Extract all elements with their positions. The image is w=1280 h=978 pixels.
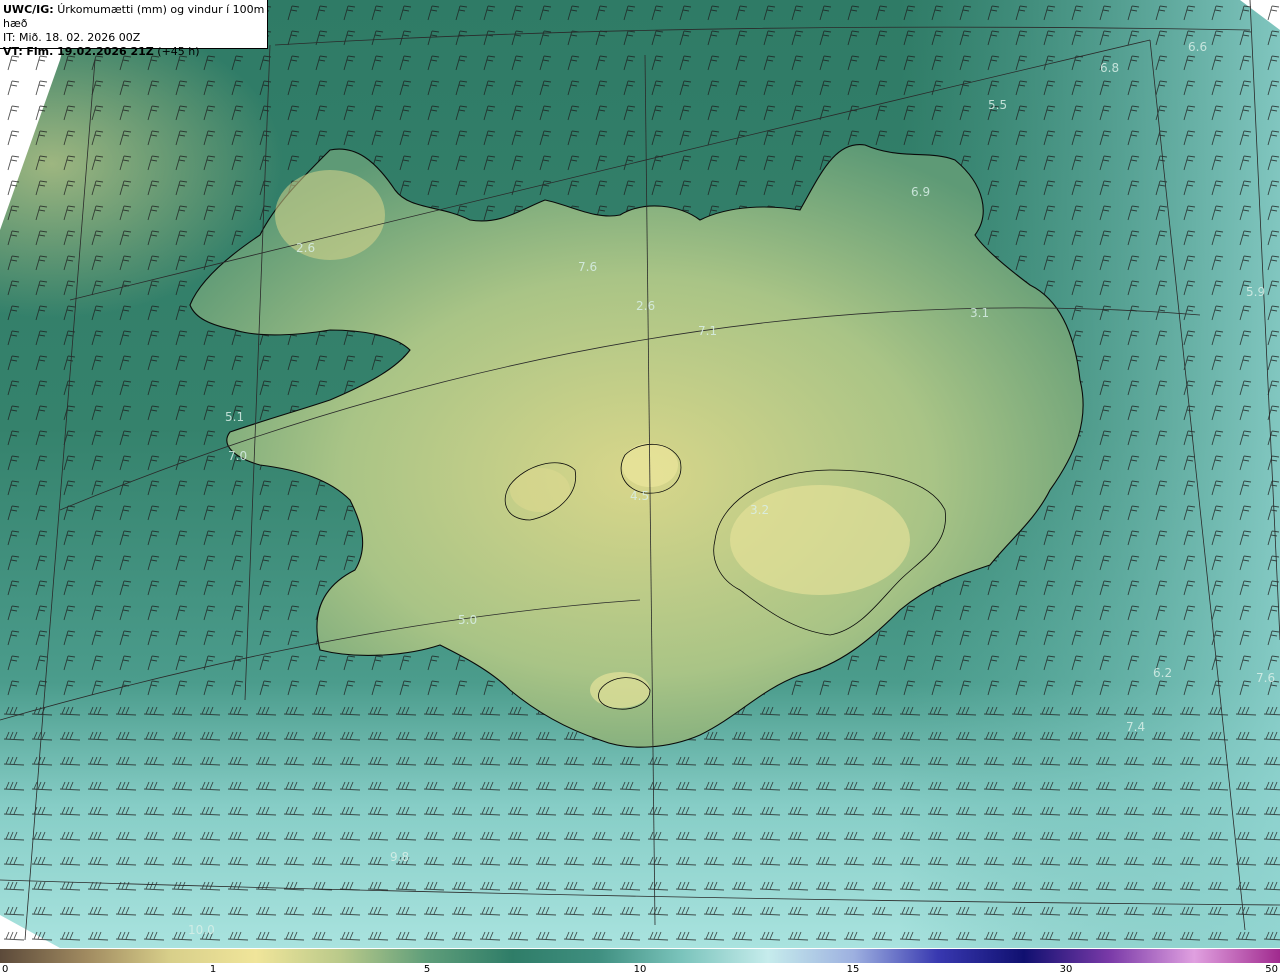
colorbar-tick: 10 xyxy=(633,964,647,975)
precip-value-label: 3.2 xyxy=(750,503,769,517)
precip-value-label: 6.2 xyxy=(1153,666,1172,680)
product-code: UWC/IG: xyxy=(3,3,54,16)
precip-value-label: 3.1 xyxy=(970,306,989,320)
lead-time: (+45 h) xyxy=(157,45,200,58)
precip-value-label: 9.8 xyxy=(390,850,409,864)
precip-value-label: 6.6 xyxy=(1188,40,1207,54)
colorbar-tick: 15 xyxy=(846,964,860,975)
precip-value-label: 2.6 xyxy=(636,299,655,313)
colorbar: 0 1 5 10 15 30 50 xyxy=(0,948,1280,978)
colorbar-tick: 1 xyxy=(209,964,217,975)
precip-value-label: 5.9 xyxy=(1246,285,1265,299)
precip-value-label: 5.1 xyxy=(225,410,244,424)
colorbar-tick: 50 xyxy=(1265,964,1278,975)
precip-value-label: 10.0 xyxy=(188,923,215,937)
precip-value-label: 7.0 xyxy=(228,449,247,463)
precip-value-label: 2.6 xyxy=(296,241,315,255)
map-header: UWC/IG: Úrkomumætti (mm) og vindur í 100… xyxy=(0,0,268,58)
colorbar-strip xyxy=(0,949,1280,963)
map-canvas: 6.6 5.5 6.9 5.9 2.6 7.6 2.6 7.1 3.1 5.1 7.0 5.0 6.2 7… xyxy=(0,0,1280,948)
precip-value-label: 7.4 xyxy=(1126,720,1145,734)
vatnajokull-highlight xyxy=(730,485,910,595)
glacier-highlight xyxy=(590,672,650,708)
colorbar-tick: 0 xyxy=(2,964,9,975)
colorbar-tick: 5 xyxy=(423,964,431,975)
precip-value-label: 6.9 xyxy=(911,185,930,199)
valid-prefix: VT: xyxy=(3,45,23,58)
init-time-line: IT: Mið. 18. 02. 2026 00Z xyxy=(3,31,267,45)
weather-map[interactable]: 6.6 5.5 6.9 5.9 2.6 7.6 2.6 7.1 3.1 5.1 7.0 5.0 6.2 7… xyxy=(0,0,1280,948)
precip-value-label: 5.5 xyxy=(988,98,1007,112)
precip-value-label: 7.1 xyxy=(698,324,717,338)
colorbar-tick: 30 xyxy=(1059,964,1073,975)
init-prefix: IT: xyxy=(3,31,16,44)
valid-time-line: VT: Fim. 19.02.2026 21Z (+45 h) xyxy=(3,45,267,59)
valid-time: Fim. 19.02.2026 21Z xyxy=(26,45,154,58)
westfjords-highlight xyxy=(275,170,385,260)
init-time: Mið. 18. 02. 2026 00Z xyxy=(18,31,141,44)
product-line: UWC/IG: Úrkomumætti (mm) og vindur í 100… xyxy=(3,3,267,31)
precip-value-label: 4.5 xyxy=(630,489,649,503)
precip-value-label: 6.8 xyxy=(1100,61,1119,75)
precip-value-label: 5.0 xyxy=(458,613,477,627)
precip-value-label: 7.6 xyxy=(1256,671,1275,685)
precip-value-label: 7.6 xyxy=(578,260,597,274)
